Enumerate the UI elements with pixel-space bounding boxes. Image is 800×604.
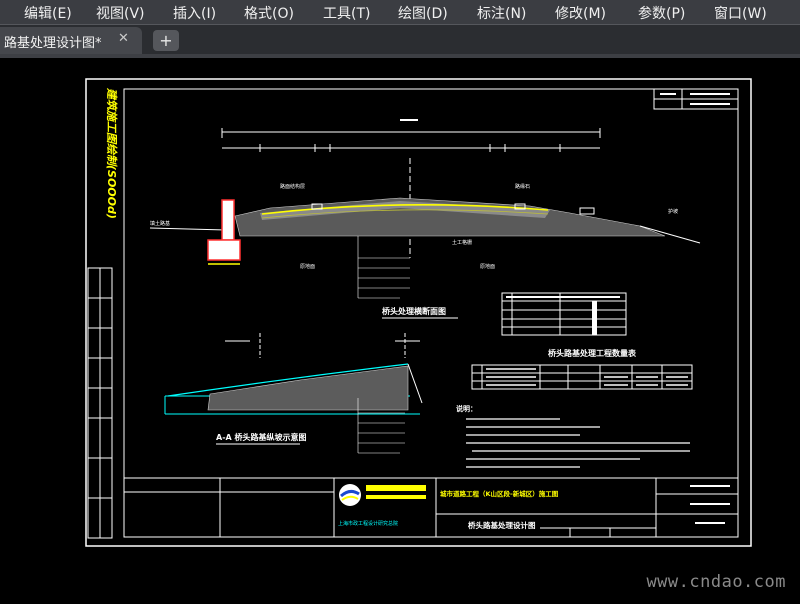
fill-height-table — [501, 292, 627, 336]
side-stamp: 建筑施工图绘制(SOOOd) — [105, 87, 118, 219]
svg-text:原地面: 原地面 — [300, 263, 315, 270]
svg-text:土工格栅: 土工格栅 — [452, 239, 472, 246]
close-icon[interactable]: ✕ — [118, 31, 129, 46]
embankment-body — [234, 197, 666, 237]
menu-tools[interactable]: 工具(T) — [323, 3, 370, 23]
transition-fill — [207, 365, 409, 411]
section1-title: 桥头处理横断面图 — [382, 306, 446, 316]
menu-parameters[interactable]: 参数(P) — [638, 3, 685, 23]
quantity-table — [471, 364, 693, 390]
cad-drawing: 建筑施工图绘制(SOOOd) 填土路基 路面结构层 路缘石 护坡 土工格栅 原地… — [85, 78, 752, 547]
watermark: www.cndao.com — [646, 572, 786, 592]
drawing-name: 桥头路基处理设计图 — [468, 520, 536, 530]
document-tab-title: 路基处理设计图* — [4, 36, 102, 51]
menu-modify[interactable]: 修改(M) — [555, 3, 606, 23]
svg-text:护坡: 护坡 — [668, 208, 678, 215]
menu-dimension[interactable]: 标注(N) — [477, 3, 526, 23]
menu-edit[interactable]: 编辑(E) — [24, 3, 72, 23]
notes-lines — [466, 418, 690, 468]
svg-text:路面结构层: 路面结构层 — [280, 183, 305, 190]
section2-title: A-A 桥头路基纵坡示意图 — [216, 432, 307, 442]
svg-text:路缘石: 路缘石 — [515, 183, 530, 190]
notes-title: 说明： — [456, 404, 477, 413]
menu-view[interactable]: 视图(V) — [96, 3, 145, 23]
retaining-wall — [221, 199, 235, 241]
menu-draw[interactable]: 绘图(D) — [398, 3, 448, 23]
svg-text:填土路基: 填土路基 — [150, 220, 170, 227]
new-tab-button[interactable]: + — [153, 30, 179, 51]
menu-format[interactable]: 格式(O) — [244, 3, 294, 23]
document-tab[interactable]: 路基处理设计图* ✕ — [0, 27, 142, 54]
project-title: 城市道路工程（K山区段-新城区）施工图 — [440, 489, 559, 498]
menu-insert[interactable]: 插入(I) — [173, 3, 216, 23]
company-name: 上海市政工程设计研究总院 — [338, 520, 398, 527]
drawing-canvas[interactable]: 建筑施工图绘制(SOOOd) 填土路基 路面结构层 路缘石 护坡 土工格栅 原地… — [0, 58, 800, 600]
document-tab-bar: 路基处理设计图* ✕ + — [0, 25, 800, 58]
table1-title: 桥头路基处理工程数量表 — [548, 348, 637, 358]
menu-bar: 编辑(E) 视图(V) 插入(I) 格式(O) 工具(T) 绘图(D) 标注(N… — [0, 0, 800, 25]
menu-window[interactable]: 窗口(W) — [714, 3, 767, 23]
svg-text:原地面: 原地面 — [480, 263, 495, 270]
